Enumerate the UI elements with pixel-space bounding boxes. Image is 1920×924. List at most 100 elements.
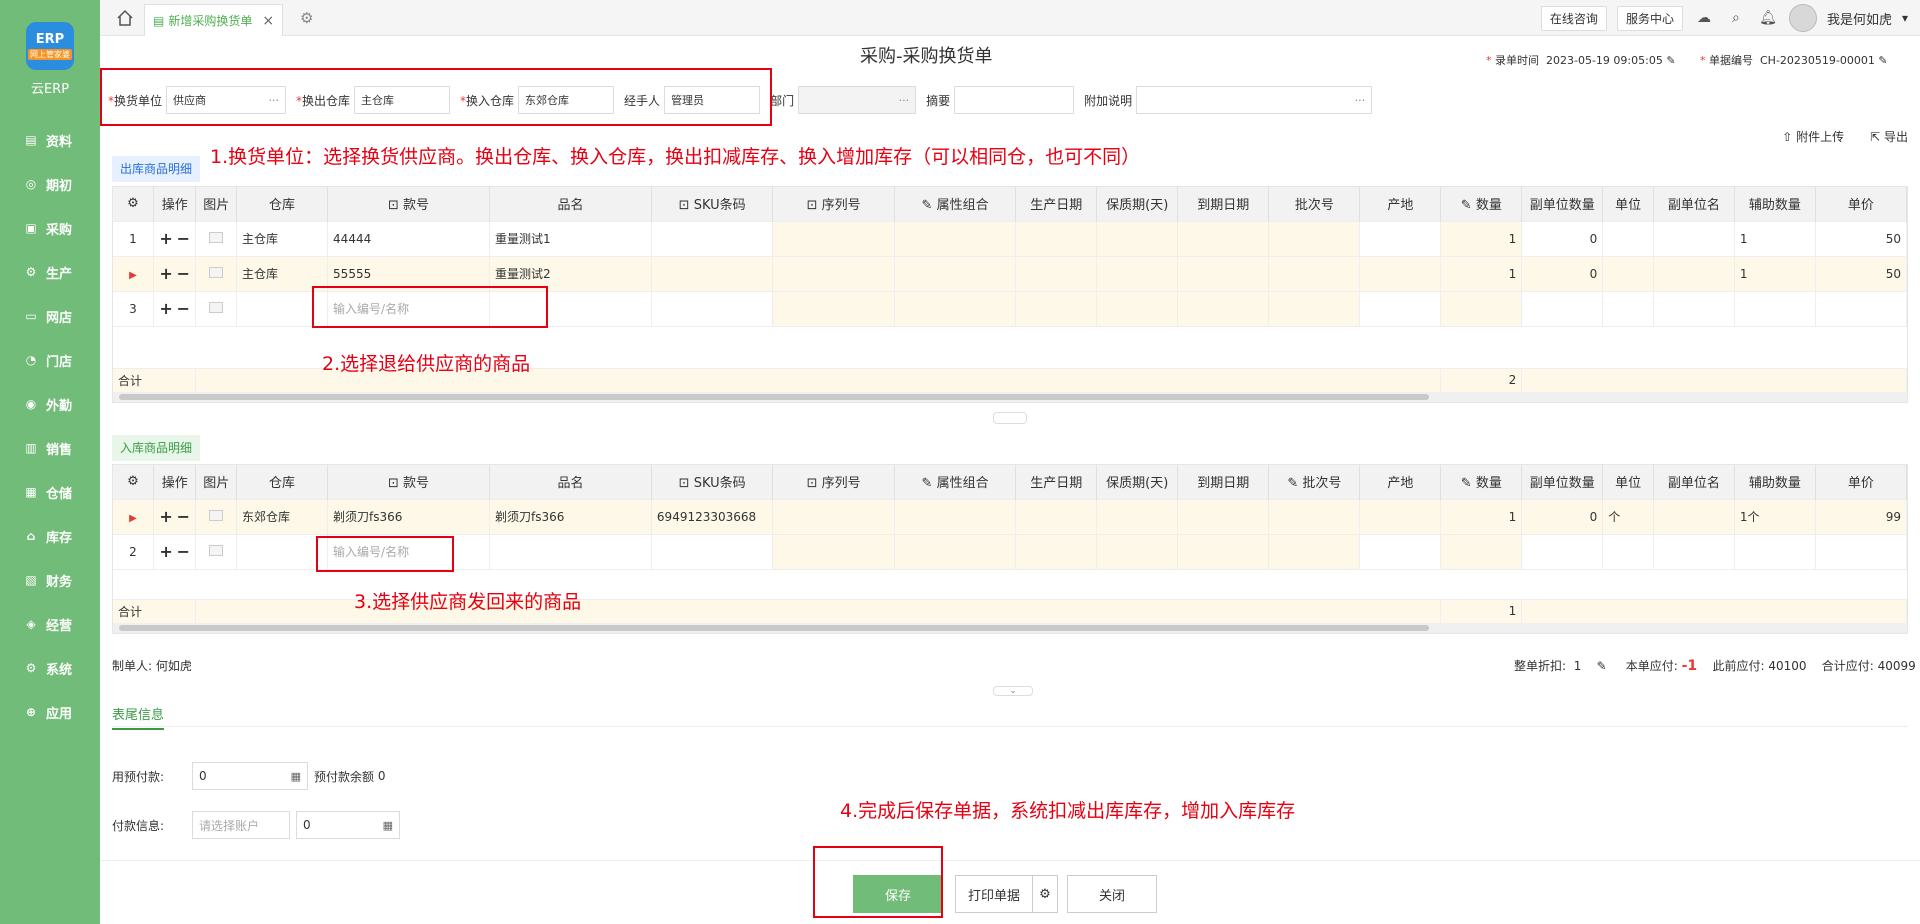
export-button[interactable]: ⇱ 导出 (1870, 128, 1908, 145)
cell-price[interactable] (1815, 533, 1908, 569)
cell-price[interactable] (1815, 290, 1908, 326)
sidebar-item-xiaoshou[interactable]: ▥ 销售 (0, 426, 100, 470)
cell-serial[interactable] (772, 220, 895, 256)
cell-sub-qty[interactable]: 0 (1521, 498, 1604, 534)
more-icon[interactable]: ··· (1355, 94, 1366, 107)
pay-amount-input[interactable]: 0 ▦ (296, 811, 400, 839)
sidebar-item-caigou[interactable]: ▣ 采购 (0, 206, 100, 250)
prepay-input[interactable]: 0 ▦ (192, 762, 308, 790)
cell-prod-date[interactable] (1015, 533, 1098, 569)
remove-row-icon[interactable]: − (177, 299, 190, 318)
cell-sub-unit[interactable] (1653, 255, 1735, 291)
cell-batch[interactable] (1268, 533, 1361, 569)
cell-qty[interactable]: 1 (1440, 498, 1523, 534)
cell-sub-qty[interactable]: 0 (1521, 255, 1604, 291)
sidebar-item-ziliao[interactable]: ▤ 资料 (0, 118, 100, 162)
sidebar-item-mendian[interactable]: ◔ 门店 (0, 338, 100, 382)
remove-row-icon[interactable]: − (177, 264, 190, 283)
summary-field[interactable] (954, 86, 1075, 114)
cell-unit[interactable] (1602, 533, 1654, 569)
horizontal-scrollbar[interactable] (113, 623, 1907, 633)
sidebar-item-shengchan[interactable]: ⚙ 生产 (0, 250, 100, 294)
add-row-icon[interactable]: + (159, 264, 172, 283)
close-icon[interactable]: × (262, 13, 274, 29)
search-icon[interactable]: ⌕ (1725, 10, 1747, 26)
dept-field[interactable]: ··· (798, 86, 917, 114)
splitter-handle[interactable] (993, 412, 1027, 424)
cell-shelf-life[interactable] (1096, 533, 1179, 569)
attach-upload-button[interactable]: ⇧ 附件上传 (1782, 128, 1844, 145)
cell-batch[interactable] (1268, 255, 1361, 291)
cell-prod-date[interactable] (1015, 290, 1098, 326)
sidebar-item-jingying[interactable]: ◈ 经营 (0, 602, 100, 646)
cell-qty[interactable]: 1 (1440, 220, 1523, 256)
cell-serial[interactable] (772, 533, 895, 569)
calculator-icon[interactable]: ▦ (291, 770, 301, 783)
cell-price[interactable]: 50 (1815, 255, 1908, 291)
app-logo[interactable]: ERP 网上管家婆 (26, 22, 74, 70)
cell-batch[interactable] (1268, 290, 1361, 326)
cell-aux-qty[interactable]: 1 (1734, 255, 1816, 291)
bell-icon[interactable]: 🔔︎ (1757, 10, 1779, 26)
image-placeholder-icon[interactable] (195, 220, 237, 256)
sidebar-item-waiqin[interactable]: ◉ 外勤 (0, 382, 100, 426)
cell-warehouse[interactable]: 东郊仓库 (236, 498, 329, 534)
cell-price[interactable]: 99 (1815, 498, 1908, 534)
cell-shelf-life[interactable] (1096, 498, 1179, 534)
chevron-down-icon[interactable]: ▾ (1902, 11, 1908, 25)
cell-unit[interactable]: 个 (1602, 498, 1654, 534)
cell-sub-unit[interactable] (1653, 498, 1735, 534)
cell-sub-unit[interactable] (1653, 220, 1735, 256)
cell-name[interactable]: 重量测试1 (489, 220, 652, 256)
add-row-icon[interactable]: + (159, 229, 172, 248)
sidebar-item-xitong[interactable]: ⚙ 系统 (0, 646, 100, 690)
cell-prod-date[interactable] (1015, 220, 1098, 256)
cell-unit[interactable] (1602, 290, 1654, 326)
online-consult-button[interactable]: 在线咨询 (1540, 5, 1607, 31)
in-section-tab[interactable]: 入库商品明细 (112, 435, 201, 461)
cell-shelf-life[interactable] (1096, 220, 1179, 256)
cell-price[interactable]: 50 (1815, 220, 1908, 256)
cell-origin[interactable] (1359, 220, 1442, 256)
more-icon[interactable]: ··· (899, 94, 910, 107)
cell-serial[interactable] (772, 498, 895, 534)
image-placeholder-icon[interactable] (195, 290, 237, 326)
add-row-icon[interactable]: + (159, 542, 172, 561)
user-name[interactable]: 我是何如虎 (1827, 9, 1892, 28)
cell-attr[interactable] (894, 498, 1017, 534)
cell-expiry[interactable] (1177, 255, 1270, 291)
cell-attr[interactable] (894, 255, 1017, 291)
cell-expiry[interactable] (1177, 220, 1270, 256)
add-row-icon[interactable]: + (159, 299, 172, 318)
cell-warehouse[interactable]: 主仓库 (236, 220, 329, 256)
cell-sku[interactable]: 6949123303668 (651, 498, 774, 534)
calculator-icon[interactable]: ▦ (383, 819, 393, 832)
cell-serial[interactable] (772, 290, 895, 326)
print-settings-gear-icon[interactable]: ⚙ (1032, 875, 1058, 913)
cell-expiry[interactable] (1177, 290, 1270, 326)
sidebar-item-caiwu[interactable]: ▧ 财务 (0, 558, 100, 602)
column-settings-gear[interactable]: ⚙ (113, 187, 154, 221)
cell-aux-qty[interactable]: 1个 (1734, 498, 1816, 534)
remove-row-icon[interactable]: − (177, 507, 190, 526)
sidebar-item-qichu[interactable]: ◎ 期初 (0, 162, 100, 206)
account-select[interactable]: 请选择账户 (192, 811, 290, 839)
cell-sub-qty[interactable] (1521, 290, 1604, 326)
cell-origin[interactable] (1359, 533, 1442, 569)
cell-sub-unit[interactable] (1653, 290, 1735, 326)
cell-expiry[interactable] (1177, 533, 1270, 569)
image-placeholder-icon[interactable] (195, 533, 237, 569)
tab-new-exchange[interactable]: ▤ 新增采购换货单 × (144, 4, 284, 36)
cell-qty[interactable] (1440, 533, 1523, 569)
cloud-download-icon[interactable]: ☁ (1693, 10, 1715, 26)
cell-name[interactable] (489, 533, 652, 569)
cell-serial[interactable] (772, 255, 895, 291)
column-settings-gear[interactable]: ⚙ (113, 465, 154, 499)
sidebar-item-kucun[interactable]: ⌂ 库存 (0, 514, 100, 558)
cell-batch[interactable] (1268, 220, 1361, 256)
out-section-tab[interactable]: 出库商品明细 (112, 156, 201, 182)
cell-attr[interactable] (894, 290, 1017, 326)
cell-shelf-life[interactable] (1096, 290, 1179, 326)
home-icon[interactable] (116, 9, 134, 27)
cell-expiry[interactable] (1177, 498, 1270, 534)
